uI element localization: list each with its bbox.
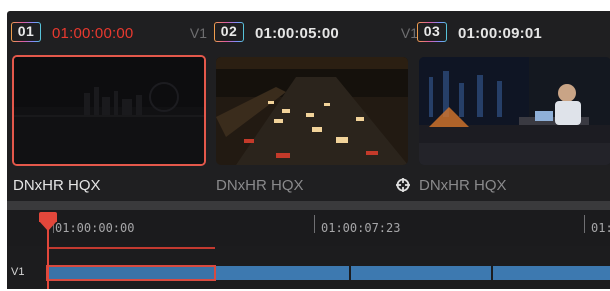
ruler-tick (314, 215, 315, 233)
mini-timeline[interactable]: 01:00:00:00 01:00:07:23 01: V1 (7, 201, 610, 289)
clip-codec: DNxHR HQX (13, 177, 101, 194)
timeline-divider[interactable] (7, 201, 610, 210)
clip-01[interactable]: 01 01:00:00:00 V1 DNxHR HQX (7, 11, 207, 201)
color-page-clip-panel: 01 01:00:00:00 V1 DNxHR HQX 02 01:00:05:… (0, 0, 610, 291)
clip-number-badge: 01 (11, 22, 41, 42)
clip-timecode: 01:00:00:00 (52, 25, 134, 42)
clip-timecode: 01:00:09:01 (458, 25, 542, 42)
clip-timecode: 01:00:05:00 (255, 25, 339, 42)
crosshair-swap-icon[interactable] (395, 177, 411, 193)
clip-track: V1 (189, 25, 207, 41)
timeline-clip[interactable] (216, 266, 349, 280)
clip-header: 03 01:00:09:01 (413, 19, 610, 43)
playhead-handle-tip[interactable] (39, 221, 57, 231)
timeline-clip[interactable] (493, 266, 610, 280)
clip-number-badge: 03 (417, 22, 447, 42)
ruler-timecode: 01:00:07:23 (321, 221, 401, 235)
timeline-clip[interactable] (351, 266, 491, 280)
ruler-timecode: 01: (591, 221, 610, 235)
clip-range-indicator (49, 247, 215, 249)
clip-codec: DNxHR HQX (216, 177, 304, 194)
clip-header: 01 01:00:00:00 V1 (7, 19, 207, 43)
clip-thumbnail-strip: 01 01:00:00:00 V1 DNxHR HQX 02 01:00:05:… (7, 11, 610, 201)
ruler-timecode: 01:00:00:00 (55, 221, 135, 235)
clip-header: 02 01:00:05:00 V1 (210, 19, 418, 43)
timeline-ruler[interactable]: 01:00:00:00 01:00:07:23 01: (7, 210, 610, 246)
clip-thumbnail[interactable] (216, 57, 408, 165)
clip-number-badge: 02 (214, 22, 244, 42)
clip-thumbnail[interactable] (12, 55, 206, 166)
ruler-tick (584, 215, 585, 233)
clip-02[interactable]: 02 01:00:05:00 V1 DNxHR HQX (210, 11, 418, 201)
clip-thumbnail[interactable] (419, 57, 610, 165)
clip-codec: DNxHR HQX (419, 177, 507, 194)
track-label: V1 (11, 266, 25, 278)
clip-03[interactable]: 03 01:00:09:01 DNxHR HQX (413, 11, 610, 201)
timeline-clip[interactable] (46, 265, 216, 281)
